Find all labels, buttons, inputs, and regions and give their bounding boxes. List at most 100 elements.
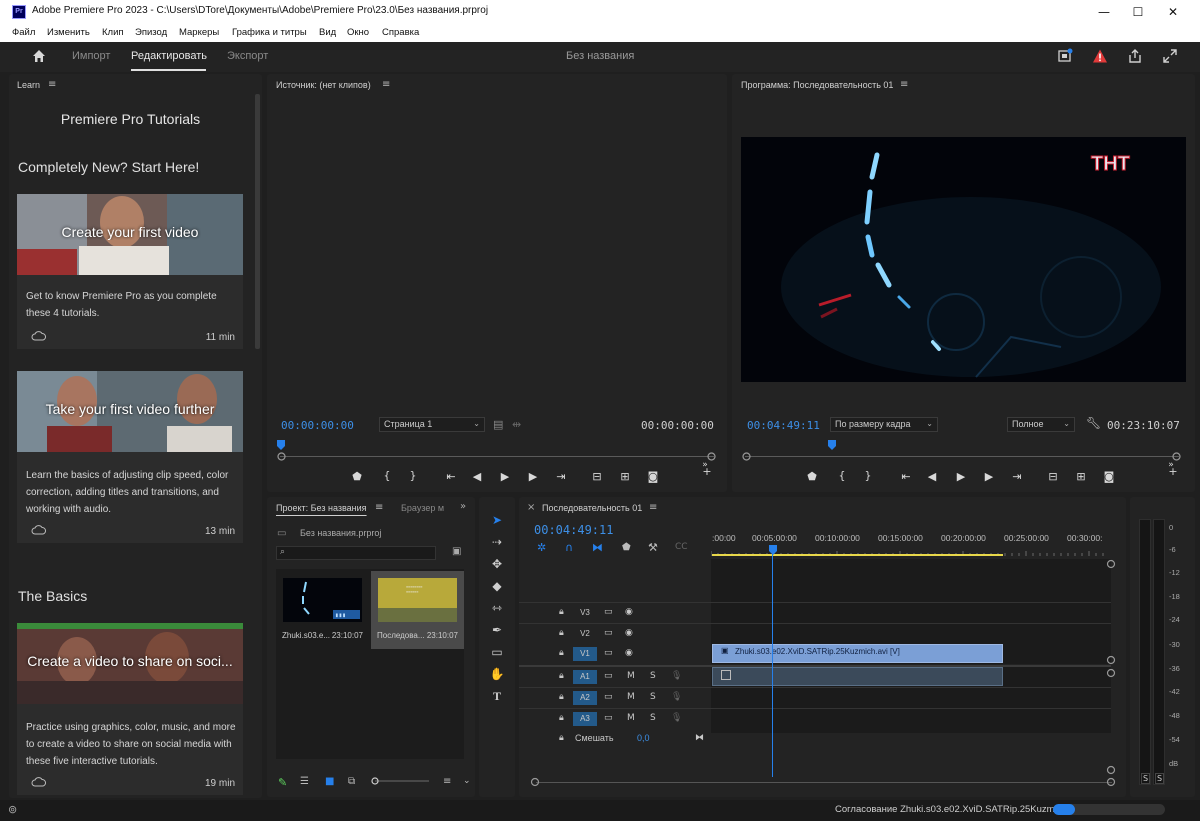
slip-tool-icon[interactable]: ⇿ — [488, 599, 506, 617]
settings-icon[interactable]: ▤ — [493, 418, 503, 431]
wrench-icon[interactable]: ⚒ — [648, 541, 658, 554]
program-current-timecode[interactable]: 00:04:49:11 — [747, 419, 820, 432]
menu-sequence[interactable]: Эпизод — [135, 27, 167, 38]
sync-lock-icon[interactable]: ▭ — [604, 671, 613, 681]
expand-icon[interactable]: » — [696, 460, 714, 470]
go-to-in-button[interactable]: ⇤ — [897, 470, 915, 483]
source-page-select[interactable]: Страница 1 ⌄ — [379, 417, 485, 432]
sync-lock-icon[interactable]: ▭ — [604, 607, 613, 617]
lock-icon[interactable]: 🔒︎ — [559, 648, 564, 658]
program-scrub-bar[interactable] — [745, 456, 1179, 457]
timeline-timecode[interactable]: 00:04:49:11 — [534, 523, 613, 537]
menu-help[interactable]: Справка — [382, 27, 419, 38]
project-item-clip[interactable]: ▮▮▮ Zhuki.s03.e... 23:10:07 — [276, 571, 369, 649]
pen-tool-icon[interactable]: ✒ — [488, 621, 506, 639]
mark-in-button[interactable]: { — [833, 469, 851, 482]
play-button[interactable]: ▶ — [496, 470, 514, 483]
project-search-input[interactable]: ⌕ — [276, 546, 436, 560]
audio-clip[interactable] — [712, 667, 1003, 686]
freeform-view-icon[interactable]: ⧉ — [348, 776, 355, 787]
list-view-icon[interactable]: ☰ — [300, 776, 309, 787]
warning-icon[interactable] — [1092, 48, 1108, 64]
eye-icon[interactable]: ◉ — [625, 628, 633, 638]
video-clip[interactable]: Zhuki.s03.e02.XviD.SATRip.25Kuzmich.avi … — [712, 644, 1003, 663]
mute-button[interactable]: M — [627, 671, 635, 681]
chevron-down-icon[interactable]: ⌄ — [463, 776, 471, 786]
add-marker-button[interactable]: ⬟ — [803, 470, 821, 483]
track-label[interactable]: A3 — [573, 712, 597, 726]
razor-tool-icon[interactable]: ◆ — [488, 577, 506, 595]
panel-menu-icon[interactable]: ≡ — [649, 502, 657, 513]
lock-icon[interactable]: 🔒︎ — [559, 607, 564, 617]
lock-icon[interactable]: 🔒︎ — [559, 692, 564, 702]
v-scroll-handle[interactable] — [1106, 559, 1116, 569]
microphone-icon[interactable]: 🎙︎ — [671, 671, 682, 681]
mark-out-button[interactable]: } — [859, 469, 877, 482]
solo-button[interactable]: S — [650, 713, 656, 723]
more-tabs-icon[interactable]: » — [460, 501, 466, 512]
insert-button[interactable]: ⊟ — [588, 470, 606, 483]
type-tool-icon[interactable]: T — [488, 687, 506, 705]
menu-view[interactable]: Вид — [319, 27, 336, 38]
add-marker-icon[interactable]: ⬟ — [622, 542, 631, 553]
panel-menu-icon[interactable]: ≡ — [382, 79, 390, 90]
sync-lock-icon[interactable]: ▭ — [604, 692, 613, 702]
pencil-icon[interactable]: ✎ — [278, 776, 287, 789]
tutorial-card-video-further[interactable]: Take your first video further Learn the … — [17, 371, 243, 543]
camera-icon[interactable]: ◙ — [644, 470, 662, 483]
track-label[interactable]: V2 — [573, 627, 597, 641]
solo-button[interactable]: S — [650, 692, 656, 702]
extract-button[interactable]: ⊞ — [1072, 470, 1090, 483]
expand-icon[interactable]: » — [1162, 460, 1180, 470]
step-back-button[interactable]: ◀ — [468, 470, 486, 483]
panel-menu-icon[interactable]: ≡ — [48, 79, 56, 90]
mix-jump-icon[interactable]: ⧓ — [695, 733, 704, 743]
play-button[interactable]: ▶ — [952, 470, 970, 483]
scrub-start-handle[interactable] — [742, 452, 751, 461]
solo-left-button[interactable]: S — [1141, 773, 1151, 784]
nest-icon[interactable]: ✲ — [537, 541, 546, 554]
microphone-icon[interactable]: 🎙︎ — [671, 692, 682, 702]
status-icon[interactable]: ⊚ — [8, 803, 17, 816]
v-scroll-handle[interactable] — [1106, 655, 1116, 665]
solo-button[interactable]: S — [650, 671, 656, 681]
h-scrollbar[interactable] — [536, 782, 1112, 783]
tab-media-browser[interactable]: Браузер м — [401, 503, 444, 513]
new-bin-icon[interactable]: ▣ — [452, 546, 461, 557]
v-scroll-handle[interactable] — [1106, 668, 1116, 678]
project-item-sequence[interactable]: ≡≡≡≡≡≡≡≡ ≡≡≡≡≡≡ Последова... 23:10:07 — [371, 571, 464, 649]
lock-icon[interactable]: 🔒︎ — [559, 733, 564, 743]
selection-tool-icon[interactable]: ➤ — [488, 511, 506, 529]
h-scroll-end-handle[interactable] — [1106, 777, 1116, 787]
track-label[interactable]: A1 — [573, 670, 597, 684]
playhead-icon[interactable] — [276, 440, 286, 450]
timeline-playhead-icon[interactable] — [768, 545, 778, 555]
close-icon[interactable]: × — [527, 502, 535, 513]
render-progress-bar[interactable] — [1053, 804, 1165, 815]
panel-menu-icon[interactable]: ≡ — [375, 502, 383, 513]
snap-icon[interactable]: ∩ — [565, 541, 573, 554]
track-select-tool-icon[interactable]: ⇢ — [488, 533, 506, 551]
ripple-edit-tool-icon[interactable]: ✥ — [488, 555, 506, 573]
lift-button[interactable]: ⊟ — [1044, 470, 1062, 483]
mute-button[interactable]: M — [627, 692, 635, 702]
sync-lock-icon[interactable]: ▭ — [604, 713, 613, 723]
fit-select[interactable]: По размеру кадра ⌄ — [830, 417, 938, 432]
go-to-out-button[interactable]: ⇥ — [1008, 470, 1026, 483]
icon-view-icon[interactable]: ■ — [325, 776, 334, 787]
rectangle-tool-icon[interactable]: ▭ — [488, 643, 506, 661]
learn-scrollbar[interactable] — [255, 94, 260, 349]
lock-icon[interactable]: 🔒︎ — [559, 628, 564, 638]
scrub-start-handle[interactable] — [277, 452, 286, 461]
step-forward-button[interactable]: ▶ — [980, 470, 998, 483]
insert-icon[interactable]: ⇹ — [512, 418, 521, 431]
tutorial-card-first-video[interactable]: Create your first video Get to know Prem… — [17, 194, 243, 349]
close-button[interactable]: ✕ — [1150, 0, 1196, 24]
track-label[interactable]: A2 — [573, 691, 597, 705]
source-current-timecode[interactable]: 00:00:00:00 — [281, 419, 354, 432]
captions-icon[interactable]: CC — [675, 542, 688, 552]
mark-in-button[interactable]: { — [378, 469, 396, 482]
mute-button[interactable]: M — [627, 713, 635, 723]
fullscreen-icon[interactable] — [1162, 48, 1178, 64]
source-scrub-bar[interactable] — [280, 456, 714, 457]
